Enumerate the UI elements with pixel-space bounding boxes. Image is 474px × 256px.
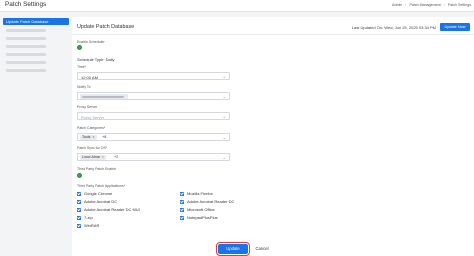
app-checkbox-microsoft-office[interactable]: Microsoft Office xyxy=(180,207,215,212)
sidebar-item-obscured[interactable] xyxy=(3,59,69,66)
cancel-button[interactable]: Cancel xyxy=(252,244,272,254)
chevron-down-icon: ⌄ xyxy=(222,113,226,119)
update-patch-database-panel: Update Patch Database Last Updated On: W… xyxy=(72,17,474,256)
page-title: Patch Settings xyxy=(5,1,47,8)
time-select[interactable]: 12:00 AM ⌄ xyxy=(77,72,230,80)
breadcrumb-admin[interactable]: Admin xyxy=(392,3,402,7)
checkbox-checked-icon[interactable] xyxy=(180,207,184,212)
breadcrumb-patch-management[interactable]: Patch Management xyxy=(409,3,440,7)
chevron-down-icon: ⌄ xyxy=(222,93,226,99)
checkbox-checked-icon[interactable] xyxy=(77,215,81,220)
sidebar-item-obscured[interactable] xyxy=(3,27,69,34)
app-checkbox-notepadplusplus[interactable]: NotepadPlusPlus xyxy=(180,215,218,220)
update-button[interactable]: Update xyxy=(215,241,251,256)
third-party-enable-label: Third Party Patch Enable xyxy=(77,167,116,171)
third-party-apps-label: Third Party Patch Applications* xyxy=(77,184,126,188)
patch-category-chip[interactable]: Tools × xyxy=(80,135,97,140)
checkbox-checked-icon[interactable] xyxy=(180,191,184,196)
remove-chip-icon[interactable]: × xyxy=(102,155,104,159)
breadcrumb-patch-settings: Patch Settings xyxy=(447,3,471,7)
update-now-button[interactable]: Update Now xyxy=(440,23,470,31)
proxy-server-placeholder: Proxy Server xyxy=(81,114,105,120)
time-value: 12:00 AM xyxy=(81,74,98,80)
remove-chip-icon[interactable]: × xyxy=(92,135,94,139)
patch-categories-more: +8 xyxy=(102,135,107,140)
patch-sync-os-label: Patch Sync for OS* xyxy=(77,146,108,150)
checkbox-checked-icon[interactable] xyxy=(180,199,184,204)
breadcrumb: Admin › Patch Management › Patch Setting… xyxy=(392,3,471,7)
third-party-enable-toggle[interactable] xyxy=(77,173,82,178)
proxy-server-label: Proxy Server xyxy=(77,105,98,109)
app-checkbox-adobe-acrobat-dc[interactable]: Adobe Acrobat DC xyxy=(77,199,117,204)
app-checkbox-google-chrome[interactable]: Google Chrome xyxy=(77,191,112,196)
os-chip[interactable]: Linux Alma × xyxy=(80,155,106,160)
enable-scheduler-toggle[interactable] xyxy=(77,45,82,50)
checkbox-checked-icon[interactable] xyxy=(77,207,81,212)
patch-sync-os-select[interactable]: Linux Alma × +2 ⌄ xyxy=(77,153,230,161)
sidebar-item-obscured[interactable] xyxy=(3,67,69,74)
os-chip-label: Linux Alma xyxy=(82,155,100,159)
chevron-down-icon: ⌄ xyxy=(222,154,226,160)
panel-header: Update Patch Database Last Updated On: W… xyxy=(72,17,474,35)
notify-to-select[interactable]: ⌄ xyxy=(77,92,230,100)
notify-to-label: Notify To xyxy=(77,85,91,89)
top-bar: Patch Settings Admin › Patch Management … xyxy=(0,0,474,12)
sidebar-item-obscured[interactable] xyxy=(3,43,69,50)
time-label: Time* xyxy=(77,65,87,69)
sidebar-item-update-patch-database[interactable]: Update Patch Database xyxy=(3,18,69,25)
settings-sidebar: Update Patch Database xyxy=(0,14,72,256)
last-updated-text: Last Updated On: Wed, Jun 25, 2025 03:34… xyxy=(351,25,436,30)
checkbox-checked-icon[interactable] xyxy=(77,223,81,228)
schedule-type-label: Schedule Type: Daily xyxy=(77,57,115,62)
patch-categories-label: Patch Categories* xyxy=(77,126,106,130)
app-checkbox-adobe-acrobat-reader-dc-mui[interactable]: Adobe Acrobat Reader DC MUI xyxy=(77,207,140,212)
chevron-down-icon: ⌄ xyxy=(222,134,226,140)
enable-scheduler-label: Enable Scheduler xyxy=(77,40,105,44)
app-checkbox-adobe-acrobat-reader-dc[interactable]: Adobe Acrobat Reader DC xyxy=(180,199,234,204)
patch-category-chip-label: Tools xyxy=(82,135,91,139)
chevron-down-icon: ⌄ xyxy=(222,73,226,79)
sidebar-item-obscured[interactable] xyxy=(3,35,69,42)
proxy-server-select[interactable]: Proxy Server ⌄ xyxy=(77,112,230,120)
breadcrumb-separator-icon: › xyxy=(443,3,445,7)
patch-settings-page: Patch Settings Admin › Patch Management … xyxy=(0,0,474,256)
panel-title: Update Patch Database xyxy=(77,24,135,30)
checkbox-checked-icon[interactable] xyxy=(77,199,81,204)
breadcrumb-separator-icon: › xyxy=(405,3,407,7)
app-checkbox-7-zip[interactable]: 7-zip xyxy=(77,215,93,220)
checkbox-checked-icon[interactable] xyxy=(180,215,184,220)
sidebar-item-obscured[interactable] xyxy=(3,51,69,58)
app-checkbox-mozilla-firefox[interactable]: Mozilla Firefox xyxy=(180,191,213,196)
patch-categories-select[interactable]: Tools × +8 ⌄ xyxy=(77,133,230,141)
app-checkbox-winrar[interactable]: WinRAR xyxy=(77,223,99,228)
checkbox-checked-icon[interactable] xyxy=(77,191,81,196)
notify-recipient-chip[interactable] xyxy=(80,94,128,99)
patch-sync-os-more: +2 xyxy=(114,155,119,160)
